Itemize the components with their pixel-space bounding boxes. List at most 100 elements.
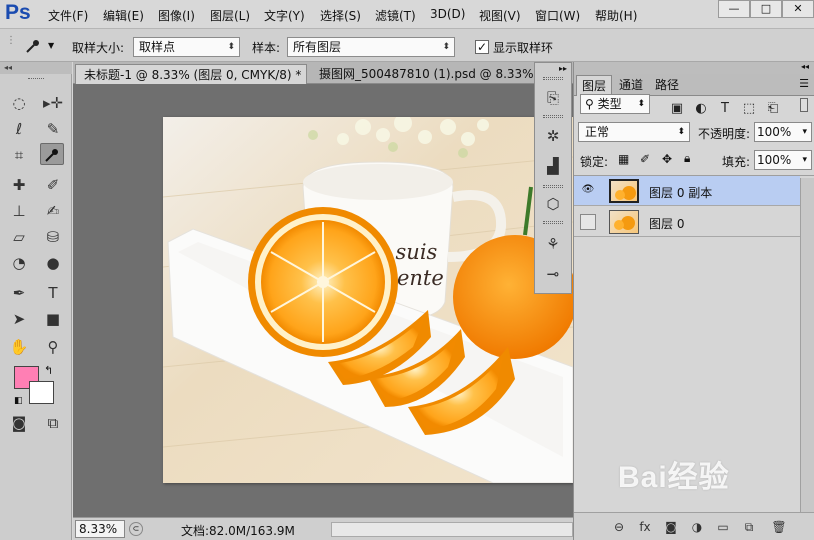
delete-layer-icon[interactable]: 🗑︎: [770, 519, 788, 535]
menu-help[interactable]: 帮助(H): [595, 7, 637, 24]
marquee-tool-icon[interactable]: ◌: [7, 92, 31, 114]
status-share-icon[interactable]: ⊂: [129, 522, 143, 536]
screen-mode-icon[interactable]: ⧉: [41, 412, 65, 434]
filter-pixel-icon[interactable]: ▣: [668, 100, 686, 118]
zoom-tool-icon[interactable]: ⚲: [41, 336, 65, 358]
quick-mask-icon[interactable]: ◙: [7, 412, 31, 434]
menu-layer[interactable]: 图层(L): [210, 7, 250, 24]
layer-row[interactable]: 👁︎ 图层 0 副本: [574, 176, 800, 206]
toolbox-collapse-icon[interactable]: ◂◂: [0, 62, 72, 74]
chevron-updown-icon: ⬍: [227, 42, 235, 52]
menu-select[interactable]: 选择(S): [320, 7, 361, 24]
close-button[interactable]: ✕: [782, 0, 814, 18]
search-icon: ⚲: [585, 97, 594, 111]
tab-paths[interactable]: 路径: [650, 75, 684, 96]
layers-scrollbar[interactable]: [800, 178, 814, 514]
pen-tool-icon[interactable]: ✒: [7, 282, 31, 304]
layer-thumbnail: [609, 179, 639, 203]
rectangle-tool-icon[interactable]: ■: [41, 308, 65, 330]
strip-expand-icon[interactable]: ▸▸: [559, 64, 567, 73]
menu-image[interactable]: 图像(I): [158, 7, 195, 24]
minimize-button[interactable]: —: [718, 0, 750, 18]
fill-field[interactable]: 100% ▾: [754, 150, 812, 170]
default-colors-icon[interactable]: ◧: [14, 396, 23, 406]
layer-name[interactable]: 图层 0 副本: [649, 184, 712, 201]
menu-view[interactable]: 视图(V): [479, 7, 521, 24]
path-select-tool-icon[interactable]: ➤: [7, 308, 31, 330]
dodge-tool-icon[interactable]: ●: [41, 252, 65, 274]
type-tool-icon[interactable]: T: [41, 282, 65, 304]
show-ring-checkbox[interactable]: ✓: [475, 40, 489, 54]
new-group-icon[interactable]: ▭: [714, 519, 732, 535]
filter-shape-icon[interactable]: ⬚: [740, 100, 758, 118]
strip-grip: [543, 221, 563, 224]
tab-untitled-1[interactable]: 未标题-1 @ 8.33% (图层 0, CMYK/8) *×: [75, 64, 307, 84]
paint-bucket-tool-icon[interactable]: ⛁: [41, 226, 65, 248]
swap-colors-icon[interactable]: ↰: [44, 364, 53, 377]
background-color-swatch[interactable]: [29, 381, 54, 404]
brush-presets-icon[interactable]: ⚘: [541, 233, 565, 255]
visibility-toggle[interactable]: [580, 214, 596, 230]
lock-all-icon[interactable]: 🔒︎: [684, 151, 690, 166]
link-layers-icon[interactable]: ⊖: [610, 519, 628, 535]
histogram-panel-icon[interactable]: ▟: [541, 155, 565, 177]
opacity-field[interactable]: 100% ▾: [754, 122, 812, 142]
menu-filter[interactable]: 滤镜(T): [375, 7, 416, 24]
sample-select[interactable]: 所有图层 ⬍: [287, 37, 455, 57]
lock-transparent-icon[interactable]: ▦: [618, 152, 629, 166]
eraser-tool-icon[interactable]: ▱: [7, 226, 31, 248]
history-brush-tool-icon[interactable]: ✍: [41, 200, 65, 222]
lock-pixels-icon[interactable]: ✐: [640, 152, 650, 166]
layers-panel-tabs: 图层 通道 路径 ☰: [574, 74, 814, 96]
menu-3d[interactable]: 3D(D): [430, 7, 465, 21]
menu-file[interactable]: 文件(F): [48, 7, 88, 24]
blur-tool-icon[interactable]: ◔: [7, 252, 31, 274]
filter-adjustment-icon[interactable]: ◐: [692, 100, 710, 118]
tab-channels[interactable]: 通道: [614, 75, 648, 96]
sample-size-select[interactable]: 取样点 ⬍: [133, 37, 240, 57]
strip-grip: [543, 77, 563, 80]
menu-edit[interactable]: 编辑(E): [103, 7, 144, 24]
eye-icon[interactable]: 👁︎: [580, 183, 596, 199]
panel-menu-icon[interactable]: ☰: [799, 77, 809, 90]
move-tool-icon[interactable]: ▸✛: [41, 92, 65, 114]
new-layer-icon[interactable]: ⧉: [740, 519, 758, 535]
eyedropper-tool-icon[interactable]: [40, 143, 64, 165]
tool-presets-icon[interactable]: ⊸: [541, 263, 565, 285]
toolbox-grip: [28, 78, 44, 79]
filter-toggle[interactable]: [800, 98, 808, 112]
add-mask-icon[interactable]: ◙: [662, 519, 680, 535]
adjustment-layer-icon[interactable]: ◑: [688, 519, 706, 535]
navigator-panel-icon[interactable]: ✲: [541, 125, 565, 147]
maximize-button[interactable]: □: [750, 0, 782, 18]
quick-select-tool-icon[interactable]: ✎: [41, 118, 65, 140]
filter-kind-value: 类型: [597, 97, 622, 111]
crop-tool-icon[interactable]: ⌗: [7, 144, 31, 166]
document-canvas[interactable]: Je suis ntente: [163, 117, 573, 483]
menu-window[interactable]: 窗口(W): [535, 7, 580, 24]
panel-collapse-icon[interactable]: ◂◂: [801, 62, 809, 71]
opacity-label: 不透明度:: [698, 127, 751, 141]
filter-kind-select[interactable]: ⚲ 类型 ⬍: [580, 94, 650, 114]
horizontal-scrollbar[interactable]: [331, 522, 573, 537]
zoom-field[interactable]: 8.33%: [75, 520, 125, 538]
document-info[interactable]: 文档:82.0M/163.9M: [181, 522, 295, 539]
clone-stamp-tool-icon[interactable]: ⊥: [7, 200, 31, 222]
history-panel-icon[interactable]: ⎘: [541, 87, 565, 109]
layer-row[interactable]: 图层 0: [574, 207, 800, 237]
hand-tool-icon[interactable]: ✋: [7, 336, 31, 358]
filter-smart-object-icon[interactable]: ⎗: [764, 100, 782, 118]
menu-type[interactable]: 文字(Y): [264, 7, 305, 24]
blend-mode-select[interactable]: 正常 ⬍: [578, 122, 690, 142]
brush-tool-icon[interactable]: ✐: [41, 174, 65, 196]
layer-style-icon[interactable]: fx: [636, 519, 654, 535]
healing-brush-tool-icon[interactable]: ✚: [7, 174, 31, 196]
preset-chevron-down-icon[interactable]: ▼: [48, 41, 54, 50]
tab-layers[interactable]: 图层: [576, 75, 613, 96]
lasso-tool-icon[interactable]: ℓ: [7, 118, 31, 140]
filter-type-icon[interactable]: T: [716, 100, 734, 118]
lock-position-icon[interactable]: ✥: [662, 152, 672, 166]
layer-name[interactable]: 图层 0: [649, 215, 684, 232]
eyedropper-preset-icon[interactable]: [24, 37, 42, 59]
3d-panel-icon[interactable]: ⬡: [541, 193, 565, 215]
